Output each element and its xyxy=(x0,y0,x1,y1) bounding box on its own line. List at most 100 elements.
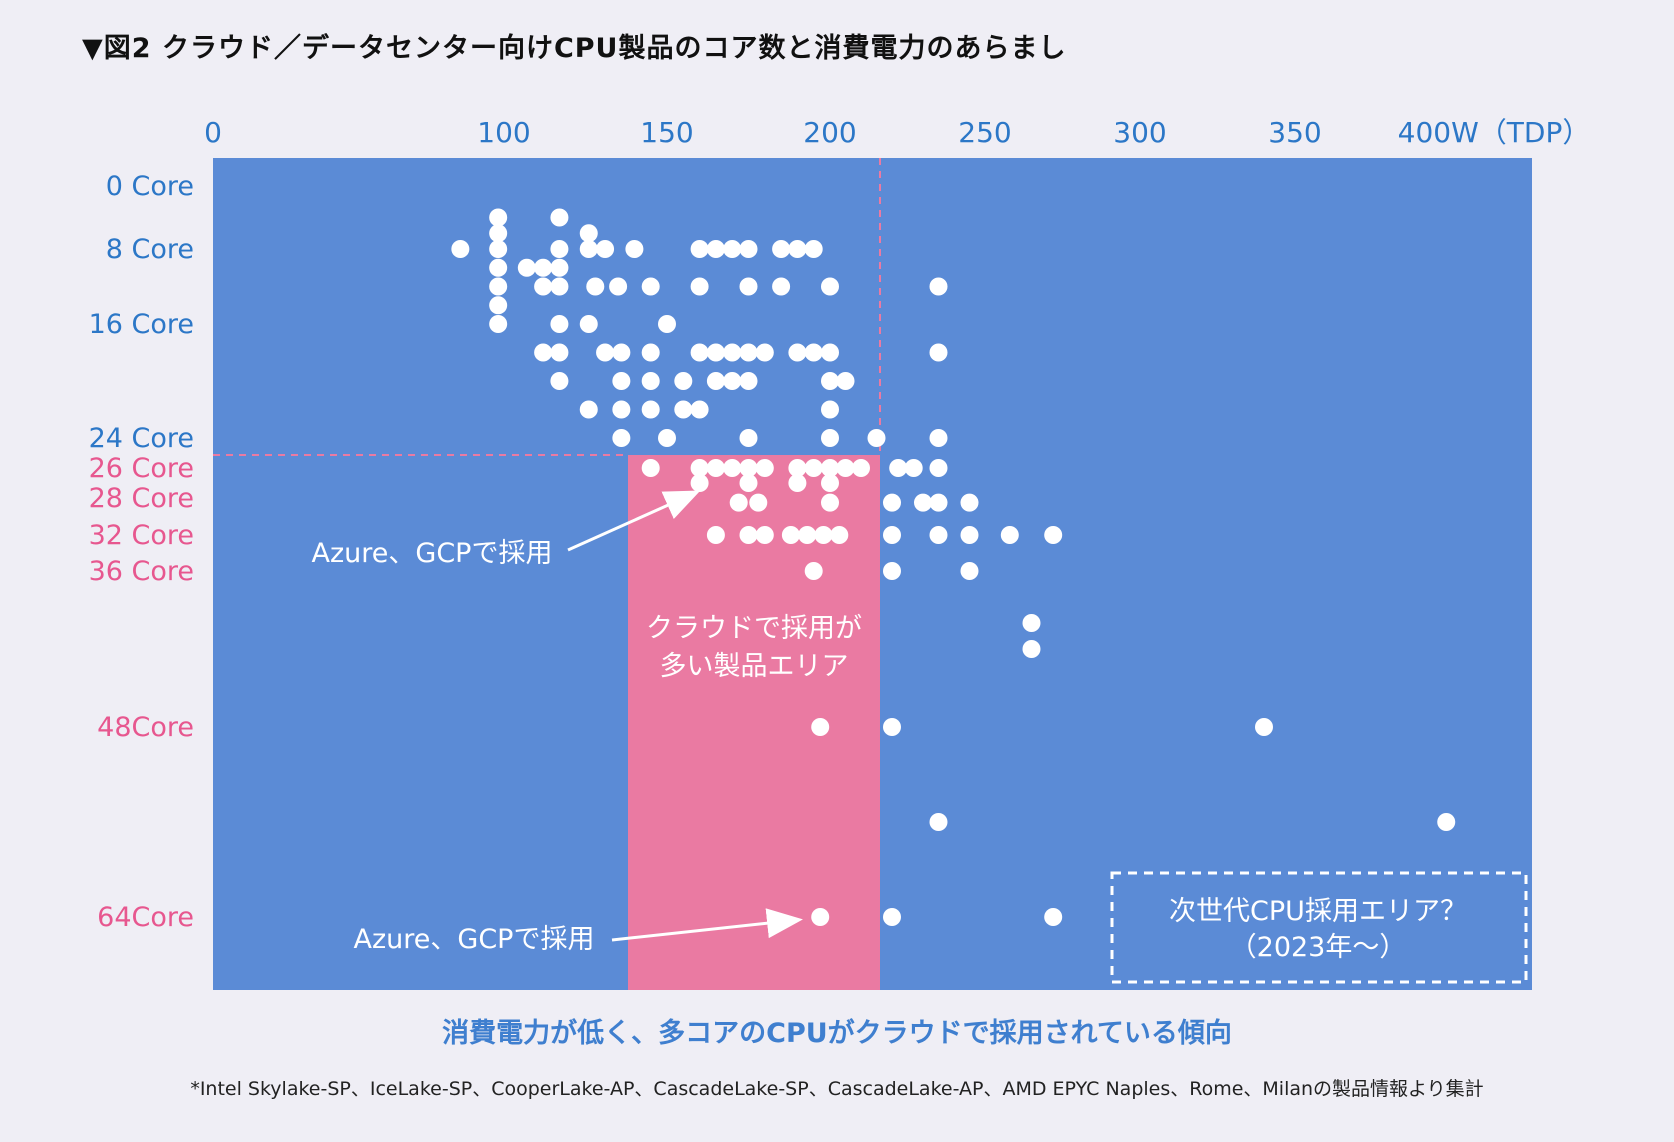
data-point xyxy=(489,208,508,227)
data-point xyxy=(550,315,569,333)
data-point xyxy=(674,372,693,390)
data-point xyxy=(612,400,631,419)
data-point xyxy=(804,343,823,362)
data-point xyxy=(641,343,660,362)
data-point xyxy=(755,526,774,544)
data-point xyxy=(550,208,569,227)
data-point xyxy=(550,240,569,258)
data-point xyxy=(612,372,631,390)
data-point xyxy=(690,400,709,419)
data-point xyxy=(489,296,508,315)
data-point xyxy=(798,526,817,544)
chart-caption: 消費電力が低く、多コアのCPUがクラウドで採用されている傾向 xyxy=(442,1018,1232,1049)
data-point xyxy=(883,493,901,512)
data-point xyxy=(723,459,742,477)
data-point xyxy=(830,526,849,544)
x-tick-label: 150 xyxy=(640,116,693,149)
data-point xyxy=(929,429,948,447)
data-point xyxy=(755,459,774,477)
data-point xyxy=(579,240,598,258)
data-point xyxy=(821,372,839,390)
data-point xyxy=(929,459,948,477)
data-point xyxy=(960,526,979,544)
y-tick-label: 32 Core xyxy=(89,520,194,551)
data-point xyxy=(489,224,508,243)
data-point xyxy=(755,343,774,362)
x-tick-label: 300 xyxy=(1113,116,1166,149)
x-tick-label: 350 xyxy=(1268,116,1321,149)
data-point xyxy=(929,343,948,362)
data-point xyxy=(739,277,758,296)
data-point xyxy=(625,240,644,258)
data-point xyxy=(867,429,886,447)
x-tick-label: 400W（TDP） xyxy=(1398,116,1591,149)
data-point xyxy=(836,372,855,390)
data-point xyxy=(706,343,725,362)
data-point xyxy=(804,459,823,477)
data-point xyxy=(788,343,807,362)
data-point xyxy=(929,277,948,296)
data-point xyxy=(821,277,839,296)
next-gen-area-label: 次世代CPU採用エリア？ xyxy=(1169,896,1467,927)
footnote: *Intel Skylake-SP、IceLake-SP、CooperLake-… xyxy=(190,1078,1484,1100)
data-point xyxy=(706,372,725,390)
data-point xyxy=(489,258,508,277)
x-tick-labels: 0 100 150 200 250 300 350 400W（TDP） xyxy=(204,116,1590,149)
data-point xyxy=(772,277,791,296)
data-point xyxy=(534,343,553,362)
y-tick-label: 26 Core xyxy=(89,453,194,484)
data-point xyxy=(723,343,742,362)
data-point xyxy=(612,429,631,447)
data-point xyxy=(596,240,615,258)
cloud-zone-label-2: 多い製品エリア xyxy=(660,651,849,682)
data-point xyxy=(821,493,839,512)
data-point xyxy=(836,459,855,477)
data-point xyxy=(612,343,631,362)
y-tick-labels: 0 Core 8 Core 16 Core 24 Core26 Core28 Core… xyxy=(89,171,194,933)
data-point xyxy=(641,459,660,477)
data-point xyxy=(586,277,605,296)
data-point xyxy=(706,240,725,258)
data-point xyxy=(1022,640,1041,658)
data-point xyxy=(706,526,725,544)
data-point xyxy=(489,240,508,258)
data-point xyxy=(852,459,870,477)
data-point xyxy=(723,240,742,258)
y-tick-label: 48Core xyxy=(97,712,194,743)
data-point xyxy=(550,372,569,390)
data-point xyxy=(609,277,628,296)
data-point xyxy=(821,400,839,419)
x-tick-label: 100 xyxy=(477,116,530,149)
annotation-label: Azure、GCPで採用 xyxy=(354,924,595,955)
data-point xyxy=(883,526,901,544)
data-point xyxy=(690,474,709,492)
data-point xyxy=(772,240,791,258)
data-point xyxy=(914,493,932,512)
x-tick-label: 0 xyxy=(204,116,222,149)
y-tick-label: 28 Core xyxy=(89,483,194,514)
data-point xyxy=(674,400,693,419)
data-point xyxy=(534,277,553,296)
data-point xyxy=(904,459,923,477)
data-point xyxy=(641,372,660,390)
data-point xyxy=(451,240,470,258)
next-gen-area-label-year: （2023年～） xyxy=(1230,932,1407,963)
data-point xyxy=(534,258,553,277)
data-point xyxy=(489,315,508,333)
data-point xyxy=(821,429,839,447)
data-point xyxy=(690,343,709,362)
cloud-zone-label: クラウドで採用が xyxy=(646,613,862,644)
data-point xyxy=(739,429,758,447)
data-point xyxy=(579,315,598,333)
data-point xyxy=(1255,718,1273,736)
data-point xyxy=(723,372,742,390)
data-point xyxy=(641,400,660,419)
data-point xyxy=(739,343,758,362)
data-point xyxy=(929,813,948,831)
data-point xyxy=(739,474,758,492)
data-point xyxy=(489,277,508,296)
data-point xyxy=(889,459,908,477)
data-point xyxy=(1437,813,1456,831)
data-point xyxy=(883,718,901,736)
data-point xyxy=(550,343,569,362)
